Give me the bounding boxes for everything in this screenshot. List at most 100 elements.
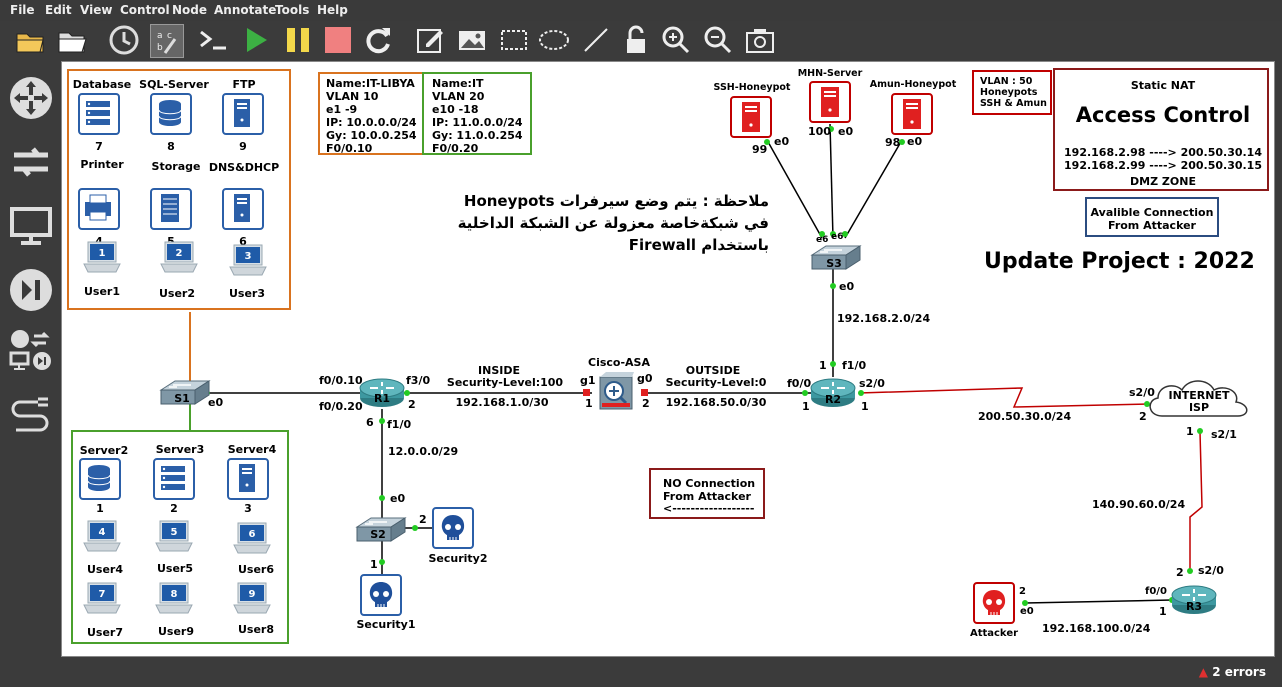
r2-port-1b: 1 <box>861 400 869 413</box>
honeypot-mhn-server[interactable] <box>809 81 851 127</box>
arabic-note-line: ملاحظة : يتم وضع سيرفرات Honeypots <box>463 192 769 210</box>
wan1-network: 200.50.30.0/24 <box>978 410 1072 423</box>
inside-security-level: Security-Level:100 <box>446 376 564 389</box>
error-indicator[interactable]: ▲ 2 errors <box>1199 665 1266 679</box>
draw-rectangle-icon[interactable] <box>498 24 530 56</box>
laptop-user2[interactable]: 2 <box>159 240 199 280</box>
vlan10-line: F0/0.10 <box>326 142 373 155</box>
draw-ellipse-icon[interactable] <box>538 24 570 56</box>
honeypot-label: Amun-Honeypot <box>869 79 957 90</box>
new-project-icon[interactable] <box>14 24 46 56</box>
menu-bar: File Edit View Control Node Annotate Too… <box>0 0 1282 21</box>
node-label: User8 <box>237 623 275 636</box>
add-link-icon[interactable] <box>8 389 54 435</box>
menu-help[interactable]: Help <box>317 3 348 17</box>
laptop-user1[interactable]: 1 <box>82 240 122 280</box>
r1-port-2-label: 2 <box>408 398 416 411</box>
add-note-icon[interactable] <box>414 24 446 56</box>
attacker-port-2: 2 <box>1019 586 1026 597</box>
security2-node[interactable] <box>432 507 474 553</box>
server-server2[interactable] <box>79 458 121 504</box>
laptop-user4[interactable]: 4 <box>82 519 122 559</box>
server-storage[interactable] <box>150 188 192 234</box>
start-icon[interactable] <box>240 24 272 56</box>
svg-text:2: 2 <box>176 248 183 259</box>
menu-file[interactable]: File <box>10 3 35 17</box>
r3-s2-0-label: s2/0 <box>1198 564 1224 577</box>
update-project-title[interactable]: Update Project : 2022 <box>984 248 1255 276</box>
security-devices-icon[interactable] <box>8 267 54 313</box>
toolbar: acb <box>0 21 1282 61</box>
firewall-cisco-asa[interactable] <box>598 371 634 415</box>
server-dns-dhcp[interactable] <box>222 188 264 234</box>
security1-label: Security1 <box>356 618 416 631</box>
menu-control[interactable]: Control <box>120 3 170 17</box>
server-database[interactable] <box>78 93 120 139</box>
honeypot-amun-honeypot[interactable] <box>891 93 933 139</box>
r1-f1-0-label: f1/0 <box>387 418 412 431</box>
reload-icon[interactable] <box>362 24 394 56</box>
menu-edit[interactable]: Edit <box>45 3 72 17</box>
vlan10-line: IP: 10.0.0.0/24 <box>326 116 417 129</box>
security1-node[interactable] <box>360 574 402 620</box>
laptop-user3[interactable]: 3 <box>228 243 268 283</box>
node-number: 2 <box>170 502 178 515</box>
stop-icon[interactable] <box>322 24 354 56</box>
r2-s2-0-label: s2/0 <box>859 377 885 390</box>
routers-icon[interactable] <box>8 75 54 121</box>
menu-annotate[interactable]: Annotate <box>214 3 276 17</box>
open-project-icon[interactable] <box>56 24 88 56</box>
server-ftp[interactable] <box>222 93 264 139</box>
vlan50-line: Honeypots <box>980 87 1038 98</box>
vlan50-note[interactable]: VLAN : 50 Honeypots SSH & Amun <box>972 70 1052 115</box>
node-label: Server4 <box>227 443 277 456</box>
switches-icon[interactable] <box>8 139 54 185</box>
arabic-note[interactable]: ملاحظة : يتم وضع سيرفرات Honeypots في شب… <box>414 190 769 256</box>
svg-text:4: 4 <box>99 527 106 538</box>
menu-view[interactable]: View <box>80 3 112 17</box>
r3-port-1: 1 <box>1159 605 1167 618</box>
server-printer[interactable] <box>78 188 120 234</box>
vlan20-line: F0/0.20 <box>432 142 479 155</box>
laptop-user9[interactable]: 8 <box>154 581 194 621</box>
server-sql-server[interactable] <box>150 93 192 139</box>
svg-text:5: 5 <box>171 527 178 538</box>
isp-s2-1-label: s2/1 <box>1211 428 1237 441</box>
server-server3[interactable] <box>153 458 195 504</box>
vlan10-note[interactable]: Name:IT-LIBYA VLAN 10 e1 -9 IP: 10.0.0.0… <box>318 72 424 155</box>
vlan10-line: Name:IT-LIBYA <box>326 77 415 90</box>
laptop-user6[interactable]: 6 <box>232 521 272 561</box>
no-connection-note[interactable]: NO Connection From Attacker <-----------… <box>649 468 765 519</box>
draw-line-icon[interactable] <box>580 24 612 56</box>
menu-node[interactable]: Node <box>172 3 207 17</box>
laptop-user5[interactable]: 5 <box>154 519 194 559</box>
outside-network: 192.168.50.0/30 <box>665 396 767 409</box>
available-connection-note[interactable]: Avalible Connection From Attacker <box>1085 197 1219 237</box>
console-icon[interactable] <box>198 24 230 56</box>
pause-icon[interactable] <box>282 24 314 56</box>
link-s3-amun <box>844 139 903 239</box>
server-server4[interactable] <box>227 458 269 504</box>
laptop-user7[interactable]: 7 <box>82 581 122 621</box>
zoom-out-icon[interactable] <box>702 24 734 56</box>
screenshot-icon[interactable] <box>744 24 776 56</box>
show-labels-icon[interactable]: acb <box>150 24 184 58</box>
attacker-label: Attacker <box>969 628 1019 639</box>
s2-e0-label: e0 <box>390 492 406 505</box>
s2-label: S2 <box>370 528 386 541</box>
end-devices-icon[interactable] <box>8 203 54 249</box>
menu-tools[interactable]: Tools <box>275 3 309 17</box>
lock-icon[interactable] <box>620 24 652 56</box>
all-devices-icon[interactable] <box>8 327 54 373</box>
snapshot-clock-icon[interactable] <box>108 24 140 56</box>
static-nat-note[interactable]: Static NAT Access Control 192.168.2.98 -… <box>1053 68 1269 191</box>
zoom-in-icon[interactable] <box>660 24 692 56</box>
laptop-user8[interactable]: 9 <box>232 581 272 621</box>
attacker-node[interactable] <box>973 582 1015 628</box>
isp-s2-0-label: s2/0 <box>1129 386 1155 399</box>
topology-canvas[interactable]: Database 7 SQL-Server 8 FTP 9 Printer 4 Storage 5… <box>61 61 1275 657</box>
insert-image-icon[interactable] <box>456 24 488 56</box>
honeypot-ssh-honeypot[interactable] <box>730 96 772 142</box>
asa-g1-label: g1 <box>580 374 596 387</box>
vlan20-note[interactable]: Name:IT VLAN 20 e10 -18 IP: 11.0.0.0/24 … <box>422 72 532 155</box>
